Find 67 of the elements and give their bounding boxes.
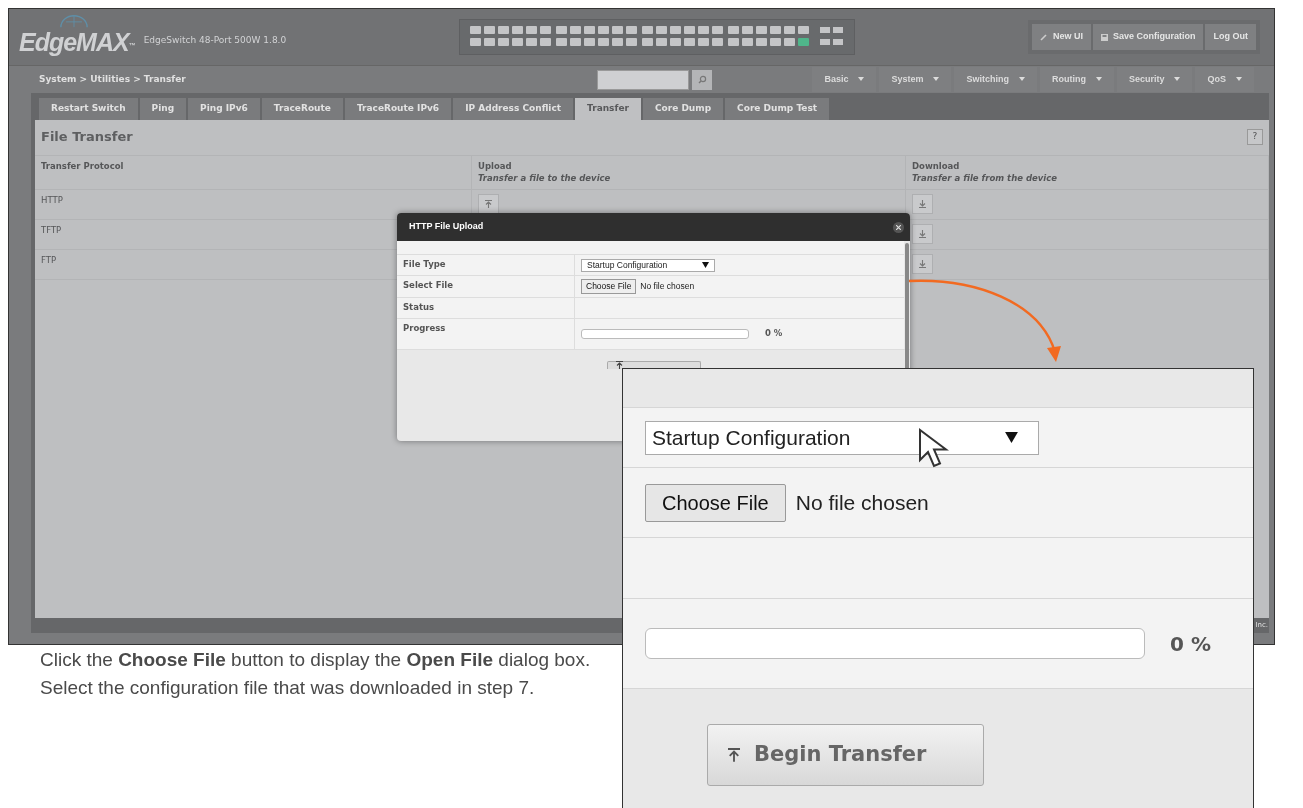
download-button[interactable] — [912, 194, 933, 214]
tab[interactable]: Ping — [139, 98, 187, 120]
download-icon — [919, 260, 926, 268]
dropdown-arrow-icon — [1005, 432, 1018, 443]
search-field[interactable] — [597, 69, 690, 90]
menu-dropdown[interactable]: System — [879, 66, 952, 93]
file-status-text: No file chosen — [795, 489, 929, 516]
field-label: Status — [397, 297, 575, 318]
download-icon — [919, 230, 926, 238]
caption-paragraph: Click the Choose File button to display the Open File dialog box. Select the configuration file that was downloaded in step 7. — [40, 648, 592, 700]
caret-icon — [1174, 77, 1181, 82]
caret-icon — [1095, 77, 1102, 82]
field-label: Select File — [397, 276, 575, 297]
tab[interactable]: Ping IPv6 — [188, 98, 260, 120]
device-name: EdgeSwitch 48-Port 500W 1.8.0 — [143, 34, 287, 48]
begin-transfer-button[interactable]: Begin Transfer — [707, 724, 984, 786]
search-button[interactable] — [692, 69, 713, 90]
file-status-text: No file chosen — [640, 280, 695, 293]
tab[interactable]: TraceRoute IPv6 — [344, 98, 452, 120]
upload-icon — [485, 200, 492, 208]
progress-reading: 0 % — [1170, 630, 1211, 658]
dropdown-arrow-icon — [702, 262, 709, 268]
panel-title: File Transfer — [41, 128, 133, 147]
caret-icon — [933, 77, 940, 82]
search-icon — [697, 75, 707, 84]
caret-icon — [858, 77, 865, 82]
upload-button[interactable] — [478, 194, 499, 214]
log-out-button[interactable]: Log Out — [1205, 24, 1256, 50]
progress-reading: 0 % — [765, 327, 783, 341]
caret-icon — [1236, 77, 1242, 82]
column-header: Download — [912, 159, 961, 173]
file-type-select[interactable]: Startup Configuration — [581, 258, 715, 272]
globe-logo-icon — [59, 14, 89, 28]
menu-dropdown[interactable]: Basic — [812, 66, 877, 93]
column-subtitle: Transfer a file from the device — [912, 172, 1059, 185]
column-header: Transfer Protocol — [41, 159, 125, 173]
download-button[interactable] — [912, 224, 933, 244]
pen-icon — [1039, 33, 1048, 41]
tab[interactable]: TraceRoute — [261, 98, 343, 120]
save-configuration-button[interactable]: Save Configuration — [1092, 24, 1204, 50]
download-icon — [919, 200, 926, 208]
tab[interactable]: Transfer — [575, 98, 641, 120]
help-button[interactable]: ? — [1247, 129, 1263, 145]
breadcrumb: System > Utilities > Transfer — [39, 72, 186, 86]
close-icon — [896, 224, 901, 230]
field-label: Progress — [397, 318, 575, 349]
column-subtitle: Transfer a file to the device — [478, 172, 612, 185]
menu-dropdown[interactable]: Routing — [1039, 66, 1114, 93]
new-ui-button[interactable]: New UI — [1031, 24, 1091, 50]
file-type-select[interactable]: Startup Configuration — [645, 420, 1039, 455]
tab[interactable]: IP Address Conflict — [453, 98, 574, 120]
menu-dropdown[interactable]: Switching — [954, 66, 1037, 93]
logo: EdgeMAX$^{™}$ — [19, 29, 136, 57]
upload-icon — [615, 360, 623, 369]
close-button[interactable] — [893, 221, 904, 233]
tab[interactable]: Core Dump Test — [725, 98, 830, 120]
menu-dropdown[interactable]: QoS — [1195, 66, 1254, 93]
tab[interactable]: Core Dump — [642, 98, 724, 120]
choose-file-button[interactable]: Choose File — [645, 483, 786, 522]
menu-dropdown[interactable]: Security — [1116, 66, 1193, 93]
caret-icon — [1018, 77, 1025, 82]
field-label: File Type — [397, 255, 575, 275]
download-button[interactable] — [912, 254, 933, 274]
upload-icon — [728, 748, 740, 762]
choose-file-button[interactable]: Choose File — [581, 279, 637, 294]
tab[interactable]: Restart Switch — [39, 98, 138, 120]
column-header: Upload — [478, 159, 513, 173]
